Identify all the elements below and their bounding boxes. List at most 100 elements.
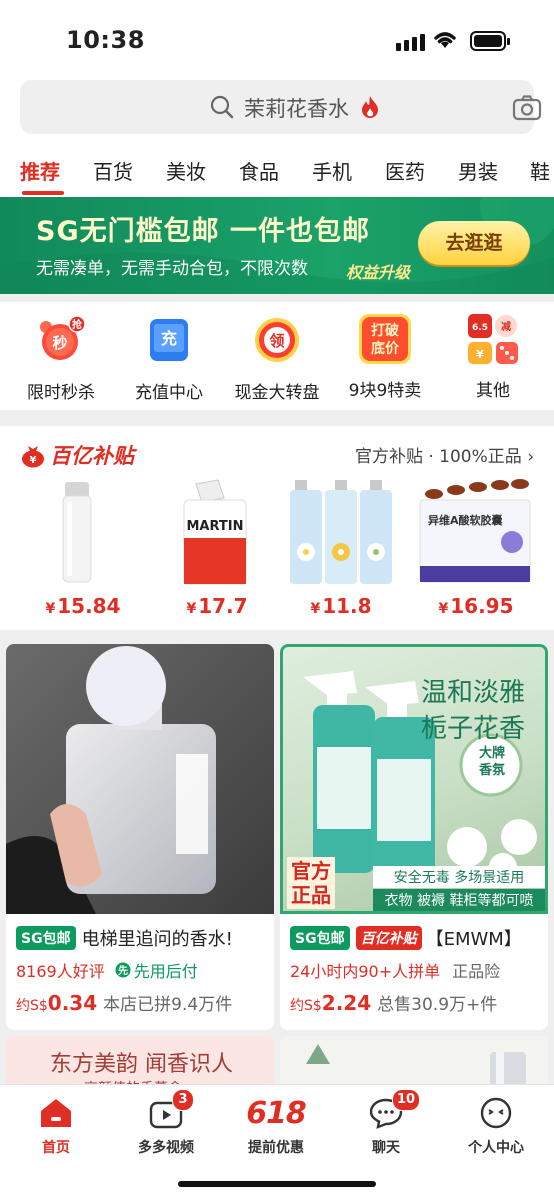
card-price-row: 约S$0.34 本店已拼9.4万件 bbox=[16, 990, 232, 1015]
product-photo-gardenia-spray: 温和淡雅 栀子花香 大牌 香氛 官方 正品 安全无毒 多场景适用 衣物 被褥 鞋柜等… bbox=[280, 644, 548, 914]
tab-food[interactable]: 食品 bbox=[239, 156, 279, 185]
svg-text:充: 充 bbox=[161, 329, 177, 348]
wifi-icon bbox=[434, 32, 456, 48]
battery-icon bbox=[470, 31, 510, 51]
video-badge: 3 bbox=[172, 1089, 194, 1111]
shortcut-nine-sale[interactable]: 打破 底价 9块9特卖 bbox=[330, 314, 440, 401]
overlay-headline: 温和淡雅 栀子花香 bbox=[421, 678, 526, 744]
618-icon: 618 bbox=[246, 1095, 307, 1131]
nav-video[interactable]: 3 多多视频 bbox=[116, 1089, 216, 1157]
pay-later-badge: 先 先用后付 bbox=[115, 958, 198, 982]
tab-phones[interactable]: 手机 bbox=[312, 156, 352, 185]
svg-text:打破: 打破 bbox=[371, 322, 399, 339]
banner-go-button[interactable]: 去逛逛 bbox=[418, 221, 530, 265]
nav-chat[interactable]: 10 聊天 bbox=[336, 1089, 436, 1157]
nav-618-promo[interactable]: 618 提前优惠 bbox=[226, 1095, 326, 1157]
nav-profile[interactable]: 个人中心 bbox=[446, 1095, 546, 1157]
svg-text:底价: 底价 bbox=[371, 340, 400, 357]
status-bar: 10:38 bbox=[0, 0, 554, 80]
tab-menswear[interactable]: 男装 bbox=[458, 156, 498, 185]
nav-home[interactable]: 首页 bbox=[6, 1095, 106, 1157]
shortcut-label: 充值中心 bbox=[135, 383, 203, 403]
banner-subtitle: 无需凑单，无需手动合包，不限次数 bbox=[36, 259, 308, 279]
shortcut-flash-sale[interactable]: 秒 抢 限时秒杀 bbox=[6, 315, 116, 403]
card-title-row: SG包邮 电梯里追问的香水! bbox=[16, 925, 233, 951]
search-query: 茉莉花香水 bbox=[244, 97, 349, 121]
product-image-softgel-box: 异维A酸软胶囊 bbox=[414, 478, 538, 588]
tab-recommend[interactable]: 推荐 bbox=[20, 156, 60, 185]
shortcut-label: 9块9特卖 bbox=[348, 381, 422, 401]
hot-flame-icon bbox=[362, 96, 378, 118]
shortcut-grid: 秒 抢 限时秒杀 充 充值中心 领 现金大转盘 打破 底价 9块9特卖 6.5 … bbox=[0, 302, 554, 410]
card-meta-row: 8169人好评 先 先用后付 bbox=[16, 958, 198, 982]
search-bar-area: 茉莉花香水 bbox=[0, 80, 554, 142]
svg-text:MARTIN: MARTIN bbox=[186, 519, 243, 534]
card-meta-row: 24小时内90+人拼单 正品险 bbox=[290, 958, 500, 982]
tab-medicine[interactable]: 医药 bbox=[385, 156, 425, 185]
active-tab-indicator bbox=[22, 191, 64, 195]
product-card[interactable]: SG包邮 电梯里追问的香水! 8169人好评 先 先用后付 约S$0.34 本店… bbox=[6, 644, 274, 1030]
svg-text:6.5: 6.5 bbox=[472, 323, 488, 333]
card-sold-count: 本店已拼9.4万件 bbox=[103, 995, 233, 1015]
card-price: 约S$2.24 bbox=[290, 991, 372, 1015]
subsidy-logo[interactable]: ¥ 百亿补贴 bbox=[20, 440, 134, 470]
product-price: ¥16.95 bbox=[438, 594, 514, 618]
search-icon bbox=[210, 95, 234, 119]
chevron-right-icon: › bbox=[527, 447, 534, 467]
recharge-icon: 充 bbox=[145, 316, 193, 364]
svg-text:¥: ¥ bbox=[30, 455, 37, 466]
svg-text:领: 领 bbox=[268, 332, 284, 350]
tab-general-goods[interactable]: 百货 bbox=[93, 156, 133, 185]
product-photo-perfume-hand bbox=[6, 644, 274, 914]
shortcut-label: 其他 bbox=[476, 381, 510, 401]
subsidy-more-link[interactable]: 官方补贴 · 100%正品 › bbox=[355, 442, 534, 467]
svg-text:抢: 抢 bbox=[72, 318, 83, 331]
official-genuine-badge: 官方 正品 bbox=[287, 857, 335, 909]
shortcut-lucky-wheel[interactable]: 领 现金大转盘 bbox=[222, 316, 332, 403]
shortcut-others[interactable]: 6.5 减 ¥ 其他 bbox=[438, 314, 548, 401]
shortcut-label: 限时秒杀 bbox=[27, 383, 95, 403]
svg-text:减: 减 bbox=[501, 320, 511, 333]
svg-text:异维A酸软胶囊: 异维A酸软胶囊 bbox=[428, 513, 504, 527]
tab-shoes[interactable]: 鞋 bbox=[530, 156, 550, 185]
tab-beauty[interactable]: 美妆 bbox=[166, 156, 206, 185]
banner-title: SG无门槛包邮 一件也包邮 bbox=[36, 216, 371, 247]
home-indicator bbox=[178, 1181, 376, 1187]
free-shipping-banner[interactable]: SG无门槛包邮 一件也包邮 无需凑单，无需手动合包，不限次数 权益升级 去逛逛 bbox=[0, 197, 554, 294]
product-image-spray-bottle bbox=[28, 478, 138, 588]
alarm-clock-icon: 秒 抢 bbox=[37, 315, 86, 364]
search-input[interactable]: 茉莉花香水 bbox=[20, 80, 542, 134]
review-count: 8169人好评 bbox=[16, 962, 105, 981]
camera-search-icon[interactable] bbox=[512, 95, 542, 121]
subsidy-product[interactable]: MARTIN ¥17.7 bbox=[162, 478, 272, 618]
subsidy-product[interactable]: 异维A酸软胶囊 ¥16.95 bbox=[414, 478, 538, 618]
svg-text:先: 先 bbox=[118, 964, 128, 977]
product-price: ¥17.7 bbox=[186, 594, 248, 618]
category-tabs: 推荐 百货 美妆 食品 手机 医药 男装 鞋 bbox=[0, 142, 554, 197]
group-buy-count: 24小时内90+人拼单 bbox=[290, 962, 441, 981]
overlay-line1: 安全无毒 多场景适用 bbox=[373, 866, 545, 888]
card-sold-count: 总售30.9万+件 bbox=[377, 995, 498, 1015]
overlay-line2: 衣物 被褥 鞋柜等都可喷 bbox=[373, 889, 545, 911]
banner-tag: 权益升级 bbox=[346, 263, 411, 282]
product-price: ¥15.84 bbox=[45, 594, 121, 618]
subsidy-title: 百亿补贴 bbox=[50, 444, 134, 468]
subsidy-product[interactable]: ¥15.84 bbox=[28, 478, 138, 618]
card-price: 约S$0.34 bbox=[16, 991, 98, 1015]
product-price: ¥11.8 bbox=[310, 594, 372, 618]
more-grid-icon: 6.5 减 ¥ bbox=[466, 312, 520, 366]
product-card[interactable]: 温和淡雅 栀子花香 大牌 香氛 官方 正品 安全无毒 多场景适用 衣物 被褥 鞋柜等… bbox=[280, 644, 548, 1030]
card-title-row: SG包邮 百亿补贴 【EMWM】 bbox=[290, 925, 522, 951]
status-time: 10:38 bbox=[66, 26, 145, 54]
shortcut-recharge[interactable]: 充 充值中心 bbox=[114, 316, 224, 403]
shortcut-label: 现金大转盘 bbox=[234, 383, 320, 403]
cellular-signal-icon bbox=[396, 34, 425, 51]
home-icon bbox=[41, 1099, 71, 1127]
overlay-stamp: 大牌 香氛 bbox=[478, 746, 505, 778]
pay-later-icon: 先 bbox=[115, 962, 131, 978]
genuine-insurance: 正品险 bbox=[452, 962, 501, 981]
subsidy-section: ¥ 百亿补贴 官方补贴 · 100%正品 › ¥15.84 MARTIN ¥17… bbox=[0, 426, 554, 630]
money-bag-icon: ¥ bbox=[22, 446, 44, 468]
subsidy-product[interactable]: ¥11.8 bbox=[286, 478, 396, 618]
chat-badge: 10 bbox=[392, 1089, 421, 1111]
